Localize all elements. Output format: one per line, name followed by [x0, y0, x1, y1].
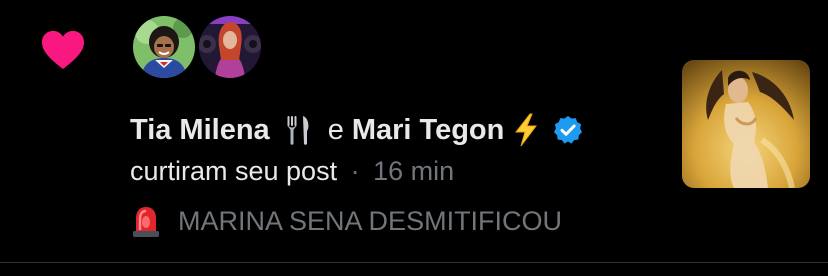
fork-and-knife-icon [287, 116, 309, 145]
verified-badge-icon [554, 116, 583, 144]
post-snippet-text: MARINA SENA DESMITIFICOU [178, 206, 563, 236]
action-line: curtiram seu post · 16 min [130, 154, 454, 188]
user-name-tia-milena[interactable]: Tia Milena [130, 112, 270, 148]
heart-icon [42, 30, 84, 70]
action-text: curtiram seu post [130, 156, 338, 186]
rotating-light-icon [133, 207, 159, 237]
user-name-mari-tegon[interactable]: Mari Tegon [352, 112, 505, 148]
actors-line: Tia Milena e Mari Tegon [130, 112, 584, 148]
avatar-tia-milena[interactable] [133, 16, 195, 78]
post-thumbnail[interactable] [682, 60, 810, 188]
conjunction: e [327, 114, 344, 146]
timestamp[interactable]: 16 min [373, 156, 454, 186]
separator-dot: · [350, 156, 360, 186]
notification-item[interactable]: Tia Milena e Mari Tegon curtiram seu pos… [0, 0, 828, 262]
avatar-mari-tegon[interactable] [199, 16, 261, 78]
divider [0, 262, 828, 263]
lightning-bolt-icon [515, 113, 538, 147]
avatar-group [133, 16, 265, 82]
post-snippet[interactable]: MARINA SENA DESMITIFICOU [130, 203, 562, 239]
